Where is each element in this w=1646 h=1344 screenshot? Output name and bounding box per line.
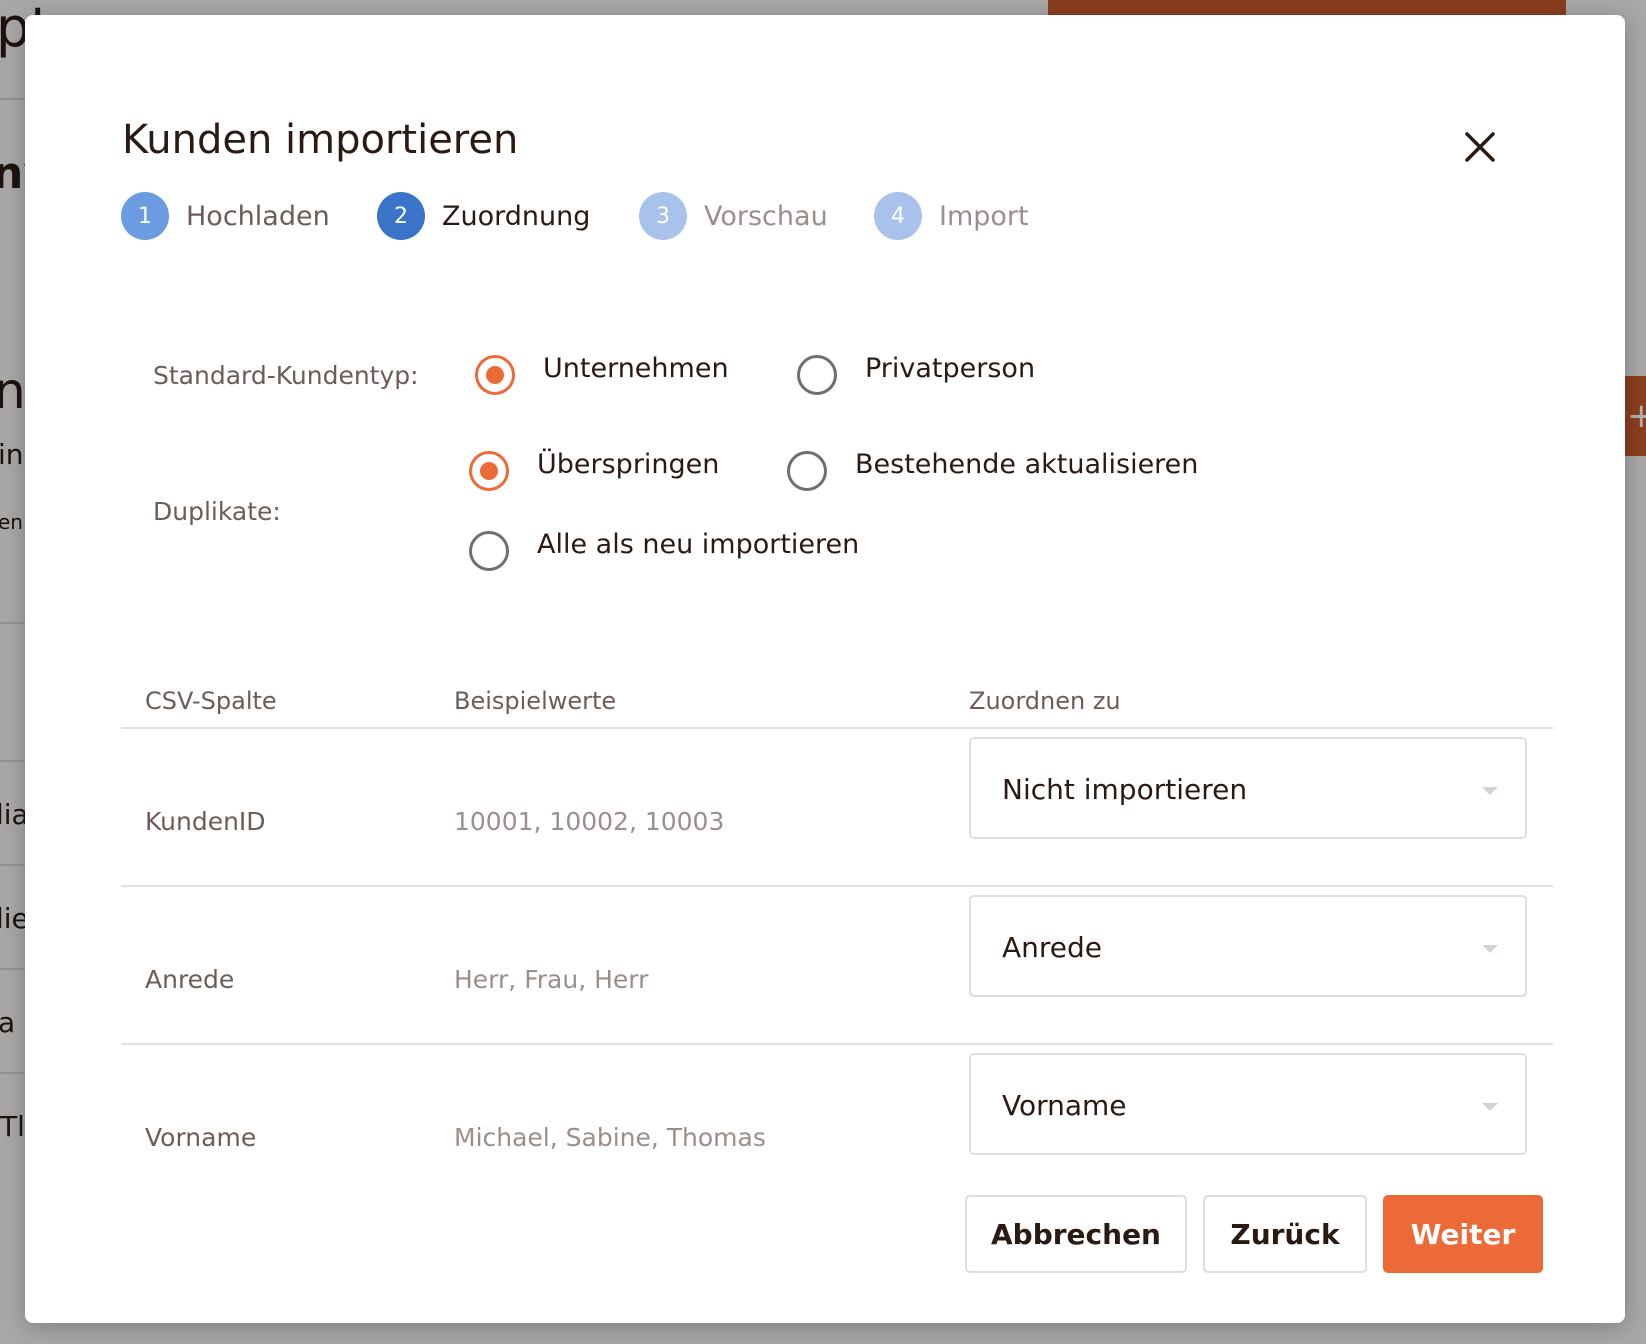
radio-import-all-new-label[interactable]: Alle als neu importieren — [537, 529, 859, 560]
chevron-down-icon — [1482, 945, 1498, 953]
chevron-down-icon — [1482, 1103, 1498, 1111]
step-import: 4 Import — [874, 192, 1029, 240]
table-row-divider — [121, 1043, 1553, 1045]
mapping-select[interactable]: Nicht importieren — [969, 737, 1527, 839]
radio-company[interactable] — [475, 355, 515, 395]
step-label: Zuordnung — [442, 200, 591, 232]
mapping-select[interactable]: Vorname — [969, 1053, 1527, 1155]
radio-update-existing[interactable] — [787, 451, 827, 491]
mapping-select-value: Vorname — [1002, 1089, 1127, 1122]
step-number: 2 — [377, 192, 425, 240]
close-icon — [1465, 132, 1495, 162]
csv-column-name: Anrede — [145, 965, 235, 994]
mapping-select[interactable]: Anrede — [969, 895, 1527, 997]
step-upload: 1 Hochladen — [121, 192, 330, 240]
back-button[interactable]: Zurück — [1203, 1195, 1367, 1273]
customer-type-label: Standard-Kundentyp: — [153, 361, 419, 390]
csv-column-name: Vorname — [145, 1123, 257, 1152]
column-header-map-to: Zuordnen zu — [969, 687, 1121, 715]
chevron-down-icon — [1482, 787, 1498, 795]
example-values: 10001, 10002, 10003 — [454, 807, 725, 836]
radio-company-label[interactable]: Unternehmen — [543, 353, 729, 384]
radio-import-all-new[interactable] — [469, 531, 509, 571]
cancel-button[interactable]: Abbrechen — [965, 1195, 1187, 1273]
table-row-divider — [121, 885, 1553, 887]
column-header-csv: CSV-Spalte — [145, 687, 277, 715]
mapping-select-value: Nicht importieren — [1002, 773, 1248, 806]
dialog-title: Kunden importieren — [122, 117, 519, 163]
step-label: Vorschau — [704, 200, 828, 232]
example-values: Herr, Frau, Herr — [454, 965, 649, 994]
close-button[interactable] — [1457, 124, 1503, 170]
mapping-select-value: Anrede — [1002, 931, 1103, 964]
step-preview: 3 Vorschau — [639, 192, 828, 240]
radio-skip-duplicates-label[interactable]: Überspringen — [537, 449, 719, 480]
table-header-divider — [121, 727, 1553, 729]
radio-private-person[interactable] — [797, 355, 837, 395]
example-values: Michael, Sabine, Thomas — [454, 1123, 766, 1152]
csv-column-name: KundenID — [145, 807, 266, 836]
step-number: 1 — [121, 192, 169, 240]
step-number: 3 — [639, 192, 687, 240]
next-button[interactable]: Weiter — [1383, 1195, 1543, 1273]
import-customers-dialog: Kunden importieren 1 Hochladen 2 Zuordnu… — [25, 15, 1625, 1323]
duplicates-label: Duplikate: — [153, 497, 281, 526]
step-mapping: 2 Zuordnung — [377, 192, 590, 240]
step-label: Import — [939, 200, 1029, 232]
radio-skip-duplicates[interactable] — [469, 451, 509, 491]
step-number: 4 — [874, 192, 922, 240]
radio-private-person-label[interactable]: Privatperson — [865, 353, 1035, 384]
radio-update-existing-label[interactable]: Bestehende aktualisieren — [855, 449, 1198, 480]
column-header-examples: Beispielwerte — [454, 687, 617, 715]
step-label: Hochladen — [186, 200, 330, 232]
